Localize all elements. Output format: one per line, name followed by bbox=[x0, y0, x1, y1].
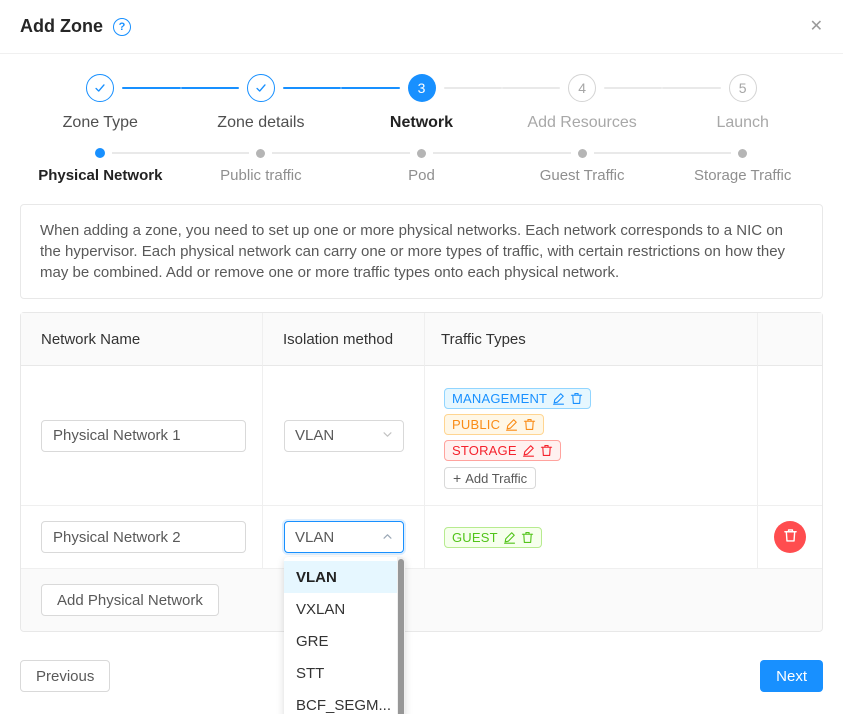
traffic-tag-management: MANAGEMENT bbox=[444, 388, 591, 409]
step-track bbox=[181, 72, 342, 104]
substep-label: Public traffic bbox=[181, 167, 342, 184]
dropdown-scrollbar-thumb[interactable] bbox=[398, 559, 404, 714]
step-track: 3 bbox=[341, 72, 502, 104]
step-label: Add Resources bbox=[502, 113, 663, 132]
next-button[interactable]: Next bbox=[760, 660, 823, 692]
substep-dot bbox=[578, 149, 587, 158]
check-circle-icon bbox=[247, 74, 275, 102]
help-icon[interactable]: ? bbox=[113, 18, 131, 36]
delete-traffic-icon[interactable] bbox=[521, 531, 534, 544]
step-label: Zone Type bbox=[20, 113, 181, 132]
step-number-circle: 5 bbox=[729, 74, 757, 102]
traffic-tag-public: PUBLIC bbox=[444, 414, 544, 435]
substep-label: Pod bbox=[341, 167, 502, 184]
select-value: VLAN bbox=[295, 427, 334, 444]
column-header-isolation-method: Isolation method bbox=[263, 313, 425, 366]
chevron-up-icon bbox=[382, 529, 393, 546]
column-header-actions bbox=[758, 313, 822, 366]
wizard-stepper: Zone Type Zone details 3 Network bbox=[20, 72, 823, 132]
substep-physical-network: Physical Network bbox=[20, 148, 181, 184]
isolation-method-dropdown: VLAN VXLAN GRE STT BCF_SEGM... bbox=[284, 557, 405, 714]
add-traffic-button[interactable]: + Add Traffic bbox=[444, 467, 536, 489]
add-traffic-label: Add Traffic bbox=[465, 471, 527, 486]
delete-traffic-icon[interactable] bbox=[523, 418, 536, 431]
delete-traffic-icon[interactable] bbox=[570, 392, 583, 405]
step-track: 4 bbox=[502, 72, 663, 104]
step-zone-type[interactable]: Zone Type bbox=[20, 72, 181, 132]
traffic-tag-label: STORAGE bbox=[452, 443, 517, 458]
substep-dot bbox=[256, 149, 265, 158]
dropdown-option-vlan[interactable]: VLAN bbox=[284, 561, 405, 593]
dialog-header: Add Zone ? ✕ bbox=[0, 0, 843, 54]
table-row-1-traffic-cell: MANAGEMENT PUBLIC STORAGE bbox=[425, 366, 758, 506]
substep-pod: Pod bbox=[341, 148, 502, 184]
network-substepper: Physical Network Public traffic Pod bbox=[20, 148, 823, 184]
edit-traffic-icon[interactable] bbox=[505, 418, 518, 431]
table-row-2-actions-cell bbox=[758, 506, 822, 569]
edit-traffic-icon[interactable] bbox=[503, 531, 516, 544]
table-row-1-isolation-cell: VLAN bbox=[263, 366, 425, 506]
table-row-2-isolation-cell: VLAN VLAN VXLAN GRE STT BCF_SEGM... bbox=[263, 506, 425, 569]
dropdown-option-gre[interactable]: GRE bbox=[284, 625, 405, 657]
step-label: Zone details bbox=[181, 113, 342, 132]
table-row-1-name-cell bbox=[21, 366, 263, 506]
delete-network-button[interactable] bbox=[774, 521, 806, 553]
substep-storage-traffic: Storage Traffic bbox=[662, 148, 823, 184]
edit-traffic-icon[interactable] bbox=[552, 392, 565, 405]
column-header-traffic-types: Traffic Types bbox=[425, 313, 758, 366]
step-number-circle: 4 bbox=[568, 74, 596, 102]
table-footer: Add Physical Network bbox=[21, 569, 822, 631]
traffic-tag-label: PUBLIC bbox=[452, 417, 500, 432]
substep-label: Physical Network bbox=[20, 167, 181, 184]
previous-button[interactable]: Previous bbox=[20, 660, 110, 692]
substep-label: Guest Traffic bbox=[502, 167, 663, 184]
chevron-down-icon bbox=[382, 427, 393, 444]
step-track: 5 bbox=[662, 72, 823, 104]
table-row-2-traffic-cell: GUEST bbox=[425, 506, 758, 569]
step-launch[interactable]: 5 Launch bbox=[662, 72, 823, 132]
substep-dot bbox=[95, 148, 105, 158]
physical-networks-table: Network Name Isolation method Traffic Ty… bbox=[20, 312, 823, 632]
substep-dot bbox=[738, 149, 747, 158]
isolation-method-select-2[interactable]: VLAN bbox=[284, 521, 404, 553]
step-label: Network bbox=[341, 113, 502, 132]
edit-traffic-icon[interactable] bbox=[522, 444, 535, 457]
traffic-tag-label: MANAGEMENT bbox=[452, 391, 547, 406]
isolation-method-select-1[interactable]: VLAN bbox=[284, 420, 404, 452]
table-row-2-name-cell bbox=[21, 506, 263, 569]
check-circle-icon bbox=[86, 74, 114, 102]
traffic-tag-storage: STORAGE bbox=[444, 440, 561, 461]
delete-traffic-icon[interactable] bbox=[540, 444, 553, 457]
plus-icon: + bbox=[453, 471, 461, 485]
column-header-network-name: Network Name bbox=[21, 313, 263, 366]
substep-label: Storage Traffic bbox=[662, 167, 823, 184]
step-network[interactable]: 3 Network bbox=[341, 72, 502, 132]
select-value: VLAN bbox=[295, 529, 334, 546]
substep-dot bbox=[417, 149, 426, 158]
dropdown-scrollbar[interactable] bbox=[397, 557, 405, 714]
zone-network-help-text: When adding a zone, you need to set up o… bbox=[20, 204, 823, 299]
table-row-1-actions-cell bbox=[758, 366, 822, 506]
step-track bbox=[20, 72, 181, 104]
traffic-tag-guest: GUEST bbox=[444, 527, 542, 548]
dialog-title: Add Zone bbox=[20, 16, 103, 37]
substep-guest-traffic: Guest Traffic bbox=[502, 148, 663, 184]
step-number-circle: 3 bbox=[408, 74, 436, 102]
trash-icon bbox=[783, 528, 798, 546]
traffic-tag-label: GUEST bbox=[452, 530, 498, 545]
step-add-resources[interactable]: 4 Add Resources bbox=[502, 72, 663, 132]
network-name-input-2[interactable] bbox=[41, 521, 246, 553]
dropdown-option-bcf-segment[interactable]: BCF_SEGM... bbox=[284, 689, 405, 714]
add-physical-network-button[interactable]: Add Physical Network bbox=[41, 584, 219, 616]
wizard-footer: Previous Next bbox=[20, 660, 823, 692]
close-icon[interactable]: ✕ bbox=[810, 19, 823, 35]
step-label: Launch bbox=[662, 113, 823, 132]
dropdown-option-stt[interactable]: STT bbox=[284, 657, 405, 689]
step-zone-details[interactable]: Zone details bbox=[181, 72, 342, 132]
substep-public-traffic: Public traffic bbox=[181, 148, 342, 184]
network-name-input-1[interactable] bbox=[41, 420, 246, 452]
dropdown-option-vxlan[interactable]: VXLAN bbox=[284, 593, 405, 625]
